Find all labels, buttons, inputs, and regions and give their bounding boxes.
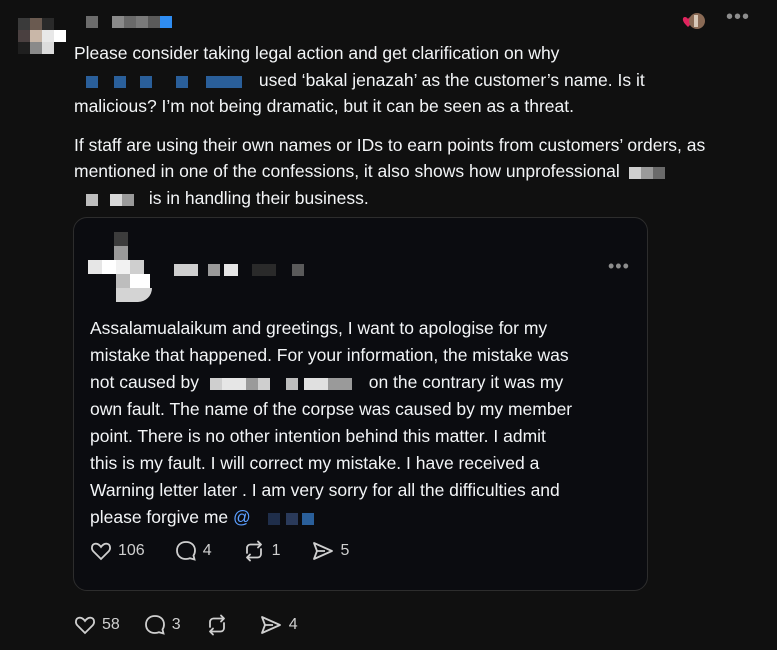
quoted-like-count: 106 (118, 542, 145, 559)
author-username-redacted[interactable] (86, 16, 186, 30)
quoted-line: please forgive me (90, 507, 229, 527)
post-line: Please consider taking legal action and … (74, 43, 560, 63)
quoted-repost-button[interactable]: 1 (242, 540, 281, 562)
quoted-body: Assalamualaikum and greetings, I want to… (90, 315, 635, 531)
comment-icon (175, 541, 196, 561)
quoted-line: this is my fault. I will correct my mist… (90, 453, 540, 473)
quoted-line: mistake that happened. For your informat… (90, 345, 569, 365)
quoted-line: on the contrary it was my (368, 372, 564, 392)
share-button[interactable]: 4 (259, 614, 298, 636)
mention-redacted (256, 511, 326, 526)
like-count: 58 (102, 616, 120, 633)
post-line: used ‘bakal jenazah’ as the customer’s n… (258, 69, 645, 90)
quoted-comment-button[interactable]: 4 (175, 540, 212, 562)
quoted-actions-bar: 106 4 1 5 (90, 540, 379, 562)
post-line: is in handling their business. (148, 187, 369, 208)
heart-icon (75, 616, 95, 635)
comment-button[interactable]: 3 (144, 614, 181, 636)
post-actions-bar: 58 3 4 (74, 614, 328, 636)
share-icon (312, 542, 333, 560)
post-body: Please consider taking legal action and … (74, 40, 754, 223)
share-count: 4 (288, 616, 298, 633)
redacted-name (204, 376, 364, 391)
quoted-more-button[interactable]: ••• (608, 256, 630, 277)
quoted-repost-count: 1 (271, 542, 281, 559)
quoted-comment-count: 4 (202, 542, 212, 559)
mention-link[interactable]: @ (233, 507, 326, 527)
reaction-badge-icon (680, 11, 708, 33)
redacted-business-name (625, 165, 669, 180)
quoted-line: not caused by (90, 372, 199, 392)
repost-icon (245, 540, 262, 562)
quoted-line: Assalamualaikum and greetings, I want to… (90, 318, 548, 338)
comment-icon (144, 615, 165, 635)
repost-button[interactable] (205, 614, 235, 636)
quoted-like-button[interactable]: 106 (90, 541, 145, 561)
quoted-share-button[interactable]: 5 (311, 540, 350, 562)
heart-icon (91, 542, 111, 561)
post-line: malicious? I’m not being dramatic, but i… (74, 96, 574, 116)
quoted-post-card[interactable]: ••• Assalamualaikum and greetings, I wan… (73, 217, 648, 591)
post-line: mentioned in one of the confessions, it … (74, 161, 620, 181)
comment-count: 3 (171, 616, 181, 633)
quoted-author-avatar[interactable] (88, 232, 168, 306)
post-more-button[interactable]: ••• (726, 6, 750, 29)
quoted-line: Warning letter later . I am very sorry f… (90, 480, 560, 500)
redacted-business-name (74, 192, 144, 206)
quoted-line: point. There is no other intention behin… (90, 426, 546, 446)
like-button[interactable]: 58 (74, 615, 120, 635)
author-avatar[interactable] (18, 18, 66, 58)
post-line: If staff are using their own names or ID… (74, 134, 706, 155)
mention-at[interactable]: @ (233, 507, 251, 527)
repost-icon (208, 614, 225, 636)
share-icon (260, 616, 281, 634)
quoted-username-redacted[interactable] (174, 264, 314, 278)
redacted-account[interactable] (74, 74, 254, 88)
quoted-line: own fault. The name of the corpse was ca… (90, 399, 573, 419)
quoted-share-count: 5 (340, 542, 350, 559)
